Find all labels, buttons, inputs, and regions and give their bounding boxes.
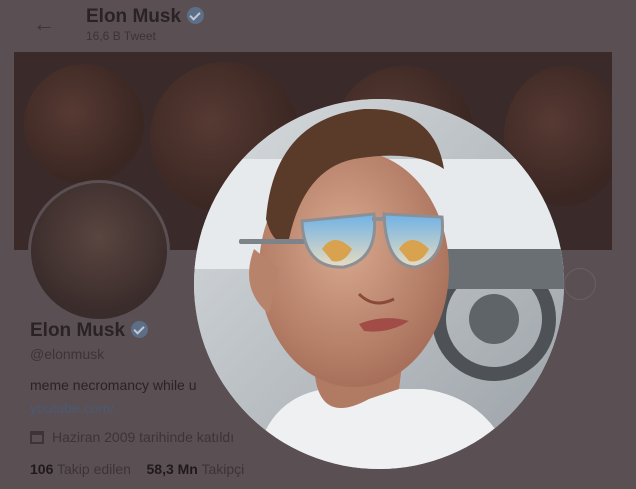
more-options-button[interactable] — [564, 268, 596, 300]
back-arrow-icon[interactable]: ← — [30, 10, 58, 38]
followers-label: Takipçi — [201, 461, 245, 477]
profile-bio: meme necromancy while u — [30, 377, 197, 393]
profile-verified-icon — [131, 321, 149, 338]
profile-joined: Haziran 2009 tarihinde katıldı — [30, 429, 234, 445]
enlarged-profile-photo[interactable] — [194, 99, 564, 469]
profile-link[interactable]: youtube.com/.. — [30, 400, 122, 416]
followers-count: 58,3 Mn — [146, 461, 198, 477]
follow-stats: 106 Takip edilen 58,3 Mn Takipçi — [30, 461, 244, 477]
header-name-text: Elon Musk — [86, 6, 182, 27]
profile-handle: @elonmusk — [30, 346, 105, 362]
avatar[interactable] — [28, 180, 170, 322]
top-bar: ← Elon Musk 16,6 B Tweet — [0, 0, 636, 48]
header-name: Elon Musk — [86, 6, 205, 28]
joined-text: Haziran 2009 tarihinde katıldı — [52, 429, 235, 445]
profile-name: Elon Musk — [30, 320, 149, 342]
verified-icon — [187, 7, 205, 24]
banner-moon-1 — [24, 64, 144, 184]
followers-link[interactable]: 58,3 Mn Takipçi — [147, 461, 245, 477]
following-link[interactable]: 106 Takip edilen — [30, 461, 131, 477]
following-count: 106 — [30, 461, 54, 477]
calendar-icon — [30, 431, 44, 444]
profile-name-text: Elon Musk — [30, 320, 126, 341]
profile-photo-image — [194, 99, 564, 469]
header-tweet-count: 16,6 B Tweet — [86, 29, 156, 43]
following-label: Takip edilen — [57, 461, 131, 477]
